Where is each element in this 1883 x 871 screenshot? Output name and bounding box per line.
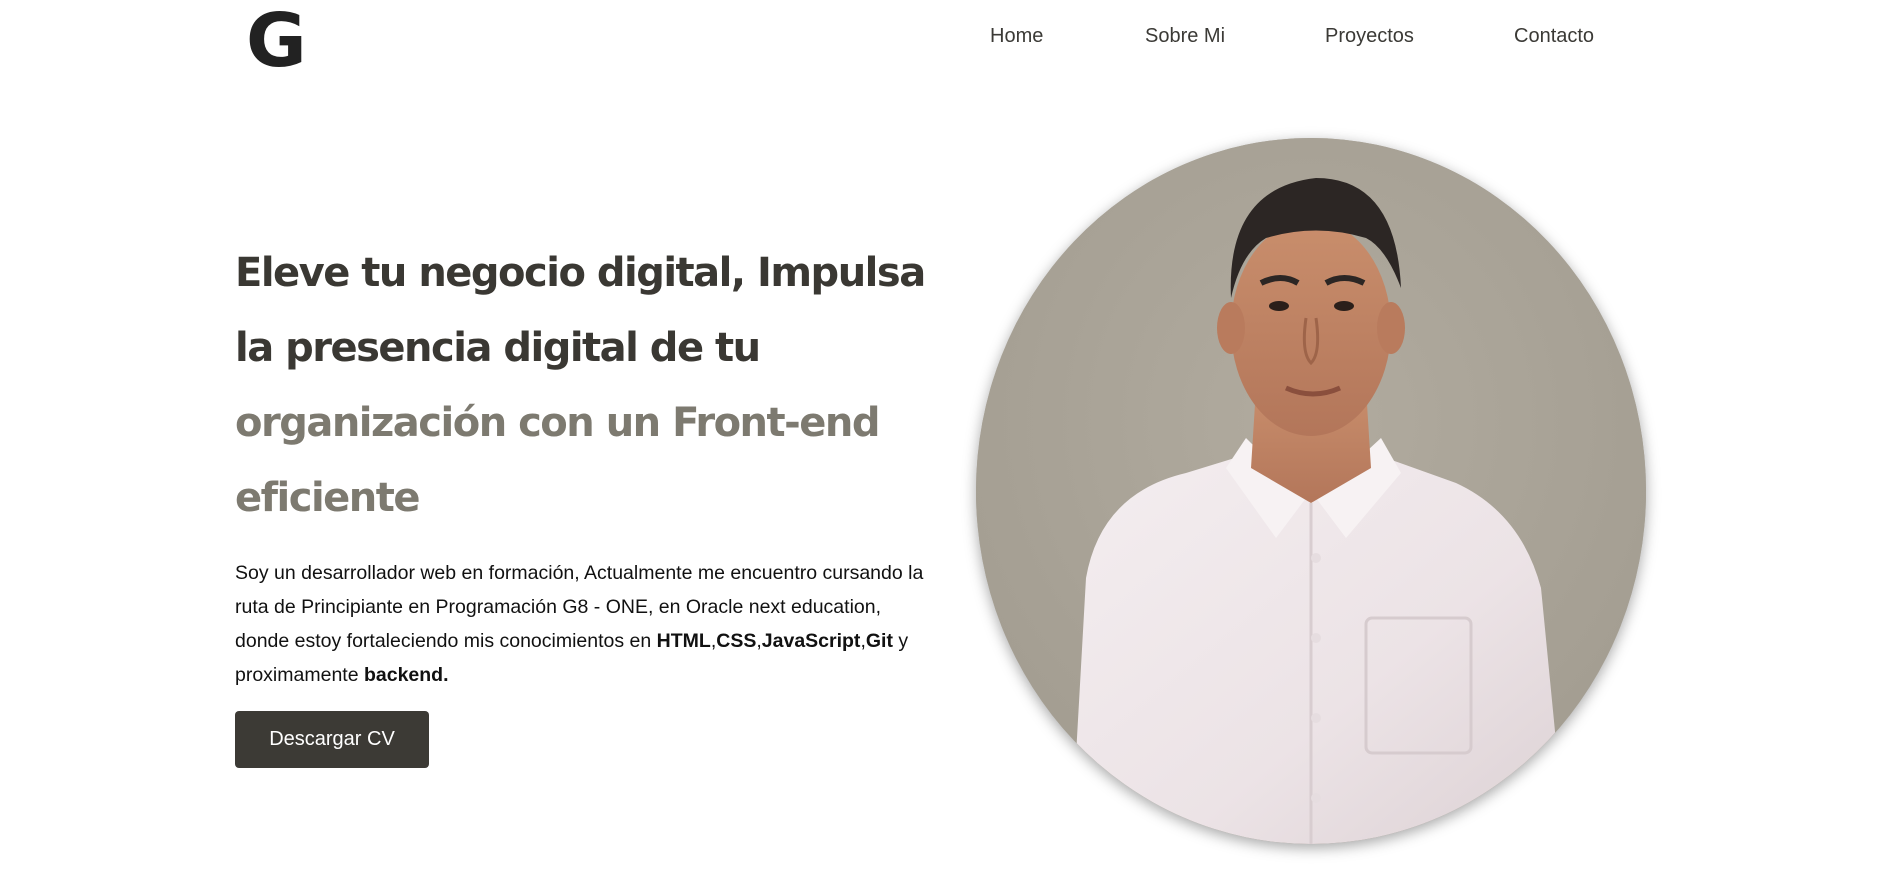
nav-link-contact[interactable]: Contacto	[1514, 25, 1594, 48]
hero-title: Eleve tu negocio digital, Impulsa la pre…	[235, 236, 935, 536]
nav-link-about[interactable]: Sobre Mi	[1145, 25, 1225, 48]
nav-link-projects[interactable]: Proyectos	[1325, 25, 1414, 48]
skill-html: HTML	[656, 630, 711, 652]
skill-css: CSS	[716, 630, 757, 652]
hero-title-highlight: organización con un Front-end eficiente	[235, 400, 880, 521]
profile-photo-illustration	[976, 138, 1646, 844]
skill-javascript: JavaScript	[761, 630, 861, 652]
download-cv-button[interactable]: Descargar CV	[235, 711, 429, 768]
profile-photo	[976, 138, 1646, 844]
skill-git: Git	[865, 630, 893, 652]
main-nav: Home Sobre Mi Proyectos Contacto	[0, 25, 1883, 55]
hero-title-primary: Eleve tu negocio digital, Impulsa la pre…	[235, 250, 926, 371]
page: G Home Sobre Mi Proyectos Contacto Eleve…	[0, 0, 1883, 871]
nav-link-home[interactable]: Home	[990, 25, 1043, 48]
skill-backend: backend.	[363, 664, 449, 686]
hero-description: Soy un desarrollador web en formación, A…	[235, 556, 935, 692]
